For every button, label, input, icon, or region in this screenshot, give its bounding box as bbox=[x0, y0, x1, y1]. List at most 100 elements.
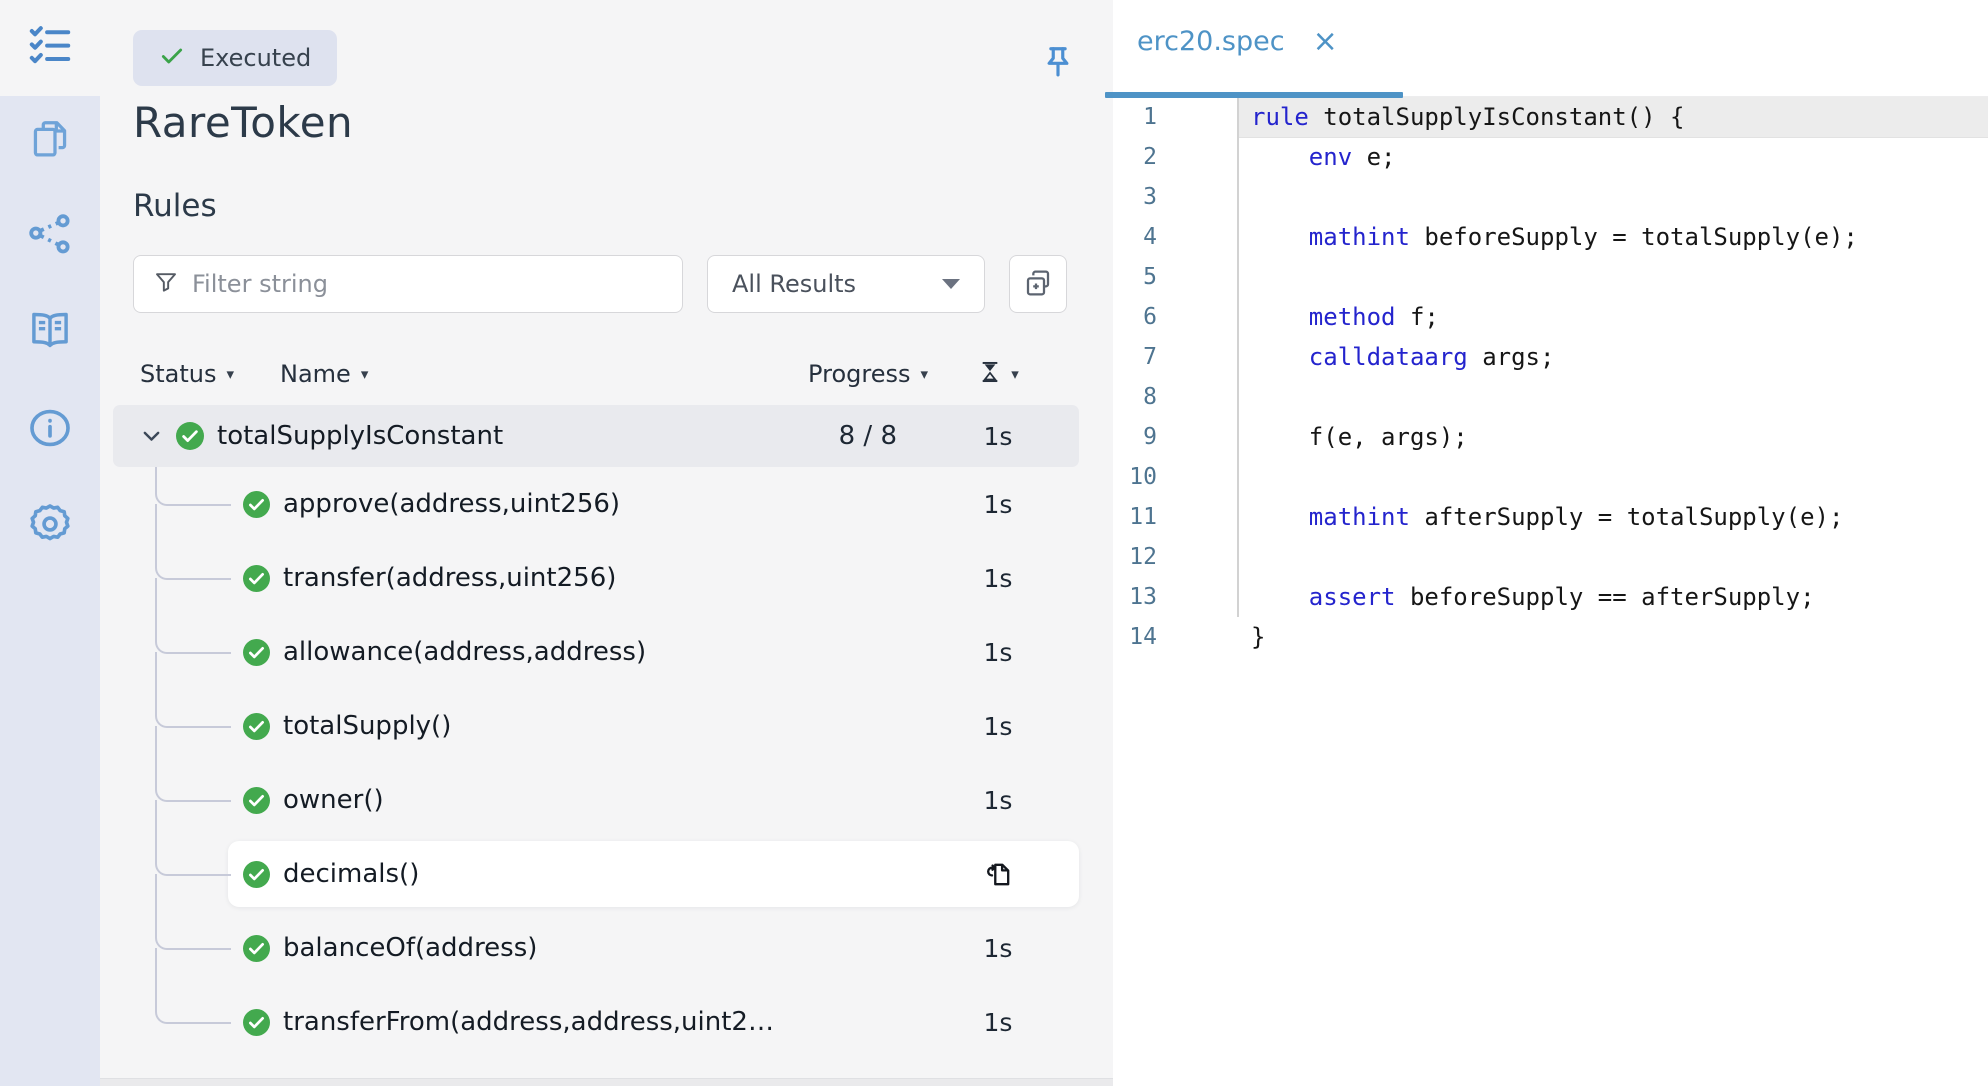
rule-row[interactable]: allowance(address,address) 1s bbox=[113, 615, 1079, 689]
editor-tabbar: erc20.spec × bbox=[1113, 0, 1988, 97]
section-title: Rules bbox=[133, 188, 217, 224]
column-header-duration[interactable]: ▾ bbox=[934, 361, 1064, 387]
checklist-icon bbox=[27, 23, 73, 73]
funnel-icon bbox=[154, 270, 178, 298]
sort-caret-icon: ▾ bbox=[226, 365, 234, 383]
rule-duration: 1s bbox=[984, 490, 1013, 519]
results-filter-select[interactable]: All Results bbox=[707, 255, 985, 313]
sidebar-item-documentation[interactable] bbox=[0, 285, 100, 381]
rule-duration: 1s bbox=[984, 1008, 1013, 1037]
sidebar-item-contracts[interactable] bbox=[0, 93, 100, 189]
sidebar-item-settings[interactable] bbox=[0, 478, 100, 574]
open-report-icon[interactable] bbox=[983, 859, 1014, 890]
pin-button[interactable] bbox=[1036, 42, 1080, 86]
line-number: 7 bbox=[1113, 337, 1237, 377]
book-icon bbox=[27, 308, 73, 358]
rule-progress: 8 / 8 bbox=[783, 421, 933, 451]
duplicate-view-button[interactable] bbox=[1009, 255, 1067, 313]
code-line-text bbox=[1237, 377, 1988, 417]
code-line-text: calldataarg args; bbox=[1237, 337, 1988, 377]
status-verified-icon bbox=[243, 565, 270, 592]
filter-input[interactable] bbox=[192, 270, 662, 298]
sidebar-item-rules[interactable] bbox=[0, 0, 100, 96]
status-verified-icon bbox=[176, 422, 204, 450]
rule-row[interactable]: owner() 1s bbox=[113, 763, 1079, 837]
rule-row[interactable]: approve(address,uint256) 1s bbox=[113, 467, 1079, 541]
line-number: 1 bbox=[1113, 97, 1237, 137]
rule-row-parent[interactable]: totalSupplyIsConstant 8 / 8 1s bbox=[113, 405, 1079, 467]
code-line-text: f(e, args); bbox=[1237, 417, 1988, 457]
code-line: 7 calldataarg args; bbox=[1113, 337, 1988, 377]
sidebar-item-call-resolution[interactable] bbox=[0, 189, 100, 285]
status-badge-label: Executed bbox=[200, 44, 311, 72]
code-line-text: rule totalSupplyIsConstant() { bbox=[1237, 97, 1988, 137]
line-number: 2 bbox=[1113, 137, 1237, 177]
code-line: 9 f(e, args); bbox=[1113, 417, 1988, 457]
rule-duration: 1s bbox=[984, 564, 1013, 593]
status-verified-icon bbox=[243, 787, 270, 814]
rule-row[interactable]: balanceOf(address) 1s bbox=[113, 911, 1079, 985]
rule-duration: 1s bbox=[933, 422, 1063, 451]
section-divider bbox=[100, 1078, 1113, 1086]
active-tab-underline bbox=[1105, 92, 1403, 98]
rule-name: allowance(address,address) bbox=[283, 637, 646, 667]
sidebar-item-info[interactable] bbox=[0, 382, 100, 478]
line-number: 13 bbox=[1113, 577, 1237, 617]
column-header-name[interactable]: Name ▾ bbox=[280, 360, 368, 388]
tab-erc20-spec[interactable]: erc20.spec × bbox=[1137, 26, 1338, 57]
line-number: 4 bbox=[1113, 217, 1237, 257]
tab-label: erc20.spec bbox=[1137, 26, 1285, 57]
chevron-down-icon[interactable] bbox=[143, 431, 160, 442]
gear-icon bbox=[27, 501, 73, 551]
pin-icon bbox=[1039, 44, 1077, 85]
line-number: 3 bbox=[1113, 177, 1237, 217]
code-line-text bbox=[1237, 177, 1988, 217]
status-verified-icon bbox=[243, 639, 270, 666]
code-line: 11 mathint afterSupply = totalSupply(e); bbox=[1113, 497, 1988, 537]
line-number: 12 bbox=[1113, 537, 1237, 577]
rule-children: approve(address,uint256) 1s transfer(add… bbox=[113, 467, 1079, 1059]
results-panel: Executed RareToken Rules All Results bbox=[100, 0, 1113, 1086]
rule-name: transfer(address,uint256) bbox=[283, 563, 616, 593]
files-icon bbox=[27, 116, 73, 166]
chevron-down-icon bbox=[942, 279, 960, 289]
rule-row[interactable]: totalSupply() 1s bbox=[113, 689, 1079, 763]
spec-editor-panel: erc20.spec × 1rule totalSupplyIsConstant… bbox=[1113, 0, 1988, 1086]
sort-caret-icon: ▾ bbox=[361, 365, 369, 383]
close-icon[interactable]: × bbox=[1313, 27, 1338, 57]
line-number: 6 bbox=[1113, 297, 1237, 337]
share-icon bbox=[27, 212, 73, 262]
code-line-text bbox=[1237, 257, 1988, 297]
code-line: 3 bbox=[1113, 177, 1988, 217]
sidebar-rail bbox=[0, 0, 100, 1086]
page-title: RareToken bbox=[133, 98, 353, 147]
code-line: 8 bbox=[1113, 377, 1988, 417]
line-number: 11 bbox=[1113, 497, 1237, 537]
column-header-progress[interactable]: Progress ▾ bbox=[808, 360, 928, 388]
code-line: 14} bbox=[1113, 617, 1988, 657]
line-number: 8 bbox=[1113, 377, 1237, 417]
status-verified-icon bbox=[243, 935, 270, 962]
copy-plus-icon bbox=[1022, 267, 1054, 302]
rule-row[interactable]: decimals() bbox=[228, 841, 1079, 907]
code-line-text: mathint afterSupply = totalSupply(e); bbox=[1237, 497, 1988, 537]
status-verified-icon bbox=[243, 1009, 270, 1036]
rule-row[interactable]: transfer(address,uint256) 1s bbox=[113, 541, 1079, 615]
status-verified-icon bbox=[243, 861, 270, 888]
code-line-text: } bbox=[1237, 617, 1988, 657]
code-line: 10 bbox=[1113, 457, 1988, 497]
rule-name: totalSupply() bbox=[283, 711, 451, 741]
code-line: 1rule totalSupplyIsConstant() { bbox=[1113, 97, 1988, 137]
rule-row[interactable]: transferFrom(address,address,uint2… 1s bbox=[113, 985, 1079, 1059]
rule-duration: 1s bbox=[984, 934, 1013, 963]
code-line-text: method f; bbox=[1237, 297, 1988, 337]
filter-box bbox=[133, 255, 683, 313]
sort-caret-icon: ▾ bbox=[920, 365, 928, 383]
code-area[interactable]: 1rule totalSupplyIsConstant() {2 env e;3… bbox=[1113, 97, 1988, 657]
sort-caret-icon: ▾ bbox=[1011, 365, 1019, 383]
table-header: Status ▾ Name ▾ Progress ▾ ▾ bbox=[133, 352, 1080, 396]
rule-duration: 1s bbox=[984, 712, 1013, 741]
status-verified-icon bbox=[243, 713, 270, 740]
column-header-status[interactable]: Status ▾ bbox=[140, 360, 234, 388]
rule-name: approve(address,uint256) bbox=[283, 489, 620, 519]
